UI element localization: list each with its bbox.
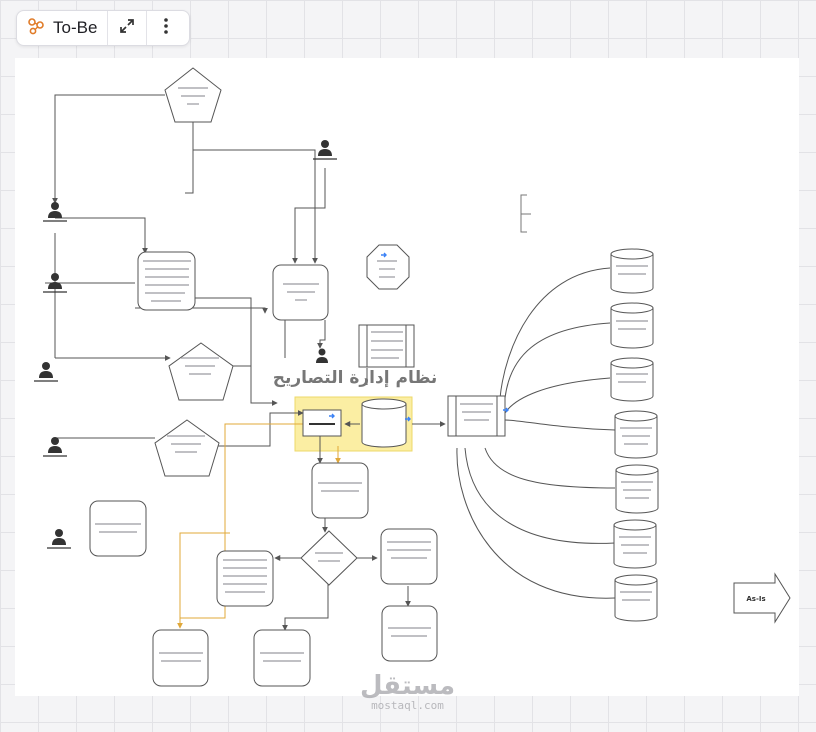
more-options-button[interactable] <box>146 11 185 45</box>
box-worker-file <box>152 629 209 687</box>
actor-icon <box>33 361 59 382</box>
watermark: مستقل mostaql.com <box>355 672 460 712</box>
diagram-canvas[interactable]: نظام إدارة التصاريح As-Is <box>15 58 799 696</box>
cylinder-central <box>614 410 658 459</box>
diagram-icon <box>27 17 45 39</box>
pentagon-request-interior <box>168 342 234 401</box>
cylinder-security <box>610 357 654 402</box>
cylinder-interior <box>615 464 659 514</box>
actor-icon <box>42 436 68 457</box>
box-notify <box>381 605 438 662</box>
watermark-brand: مستقل <box>359 671 456 701</box>
pentagon-request-defense <box>154 419 220 477</box>
bracket-element <box>520 194 531 233</box>
system-title: نظام إدارة التصاريح <box>273 368 438 388</box>
octagon-stop <box>366 244 410 290</box>
actor-icon <box>312 139 338 160</box>
as-is-label: As-Is <box>746 595 765 603</box>
as-is-link-shape[interactable]: As-Is <box>733 572 791 624</box>
diagram-svg: نظام إدارة التصاريح As-Is <box>33 67 791 687</box>
box-reject <box>216 550 274 607</box>
cylinder-national-defense <box>613 519 657 569</box>
expand-button[interactable] <box>108 11 146 45</box>
box-save-permit <box>253 629 311 687</box>
cylinder-defense <box>610 302 654 349</box>
watermark-url: mostaql.com <box>371 699 444 712</box>
pentagon-request-ministry <box>164 67 222 123</box>
actor-icon <box>46 528 72 549</box>
diagram-title-button[interactable]: To-Be <box>17 11 109 45</box>
more-options-icon <box>163 17 169 39</box>
actor-icon <box>316 348 328 363</box>
diagram-title: To-Be <box>53 18 98 37</box>
authority-database-cylinder <box>361 398 407 448</box>
expand-icon <box>118 17 136 39</box>
box-registration <box>89 500 147 557</box>
cylinder-presidency <box>610 248 654 294</box>
unified-db-main <box>447 395 506 437</box>
cylinder-finance <box>614 574 658 622</box>
diagram-toolbar: To-Be <box>16 10 190 46</box>
box-approve <box>380 528 438 585</box>
decision-diamond <box>300 530 358 586</box>
